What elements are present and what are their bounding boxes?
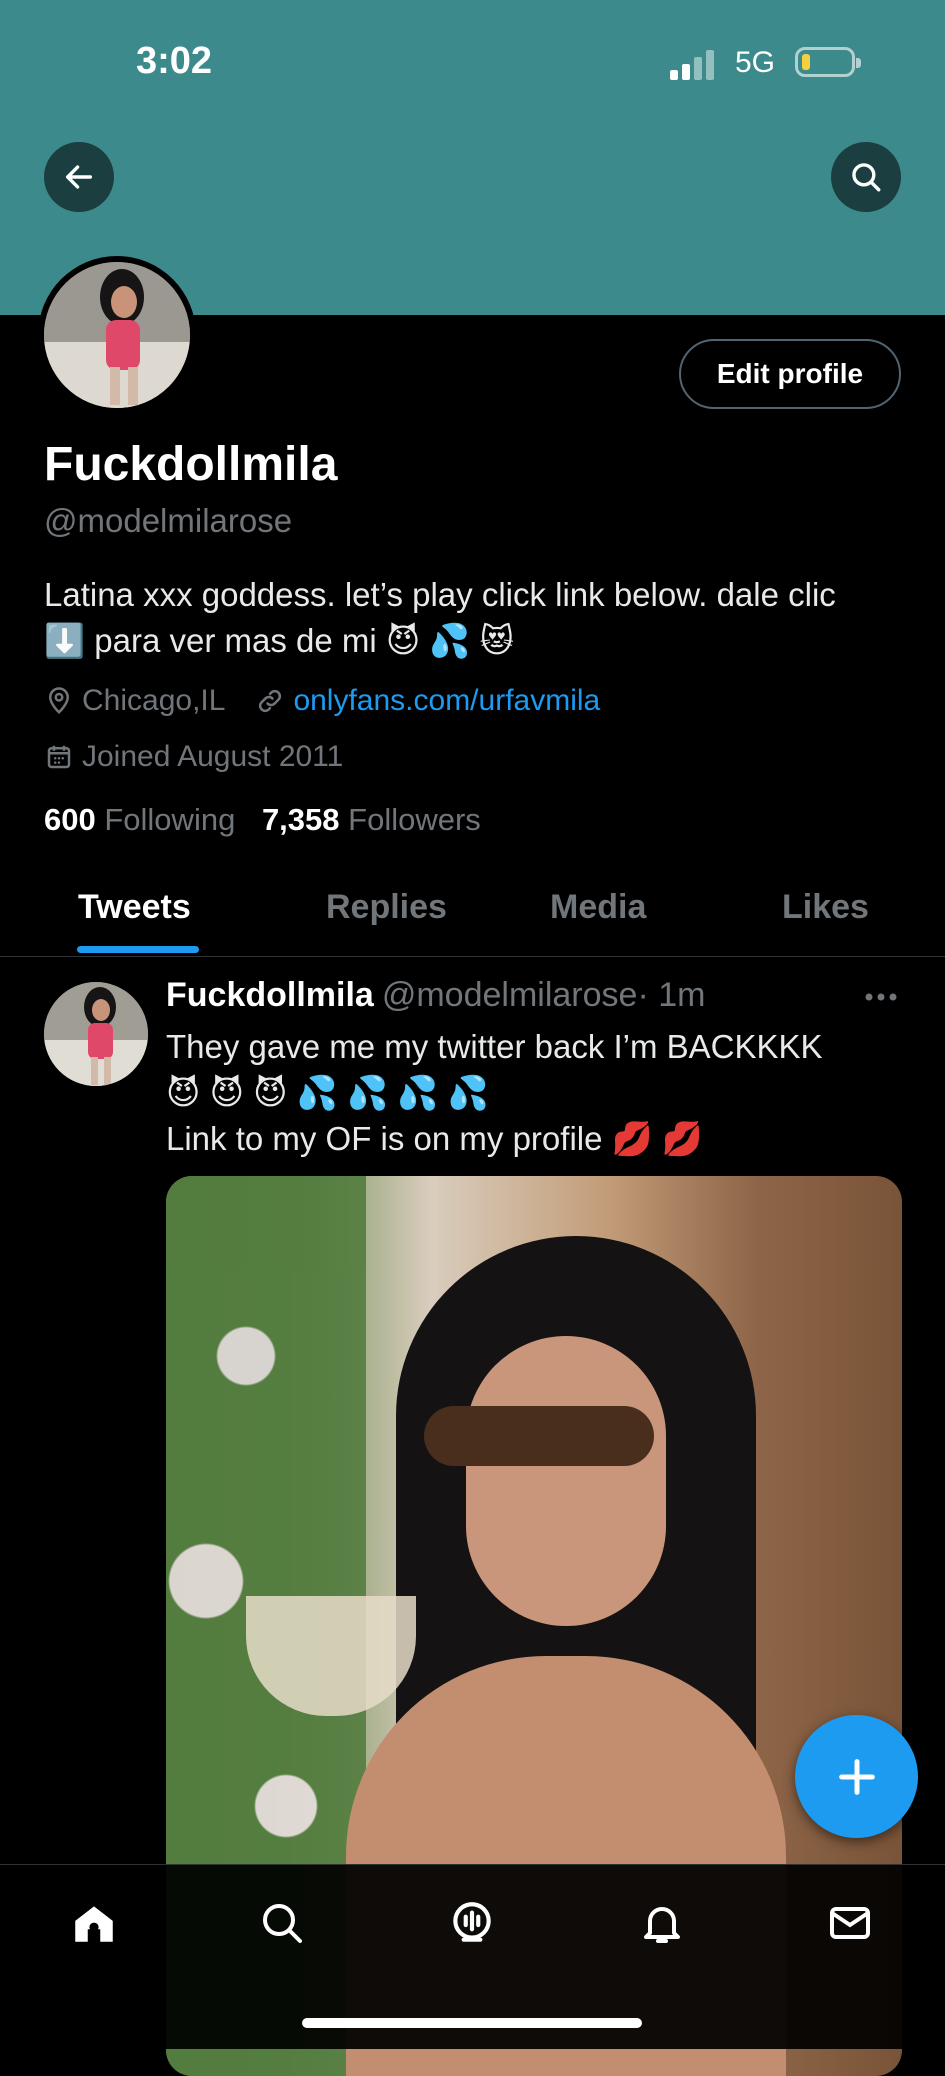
home-indicator[interactable] <box>302 2018 642 2028</box>
network-type: 5G <box>735 46 776 79</box>
profile-avatar[interactable] <box>38 256 196 414</box>
arrow-left-icon <box>65 165 93 189</box>
calendar-icon <box>44 742 74 772</box>
signal-icon <box>670 50 714 80</box>
status-time: 3:02 <box>136 40 213 82</box>
profile-meta-row: Chicago,IL onlyfans.com/urfavmila <box>44 684 600 718</box>
nav-home[interactable] <box>64 1893 124 1953</box>
search-icon <box>852 163 881 192</box>
profile-joined-row: Joined August 2011 <box>44 740 343 774</box>
following-link[interactable]: 600 Following <box>44 802 235 837</box>
nav-notifications[interactable] <box>632 1893 692 1953</box>
active-tab-indicator <box>77 946 199 953</box>
mail-icon <box>830 1907 870 1939</box>
compose-tweet-button[interactable] <box>795 1715 918 1838</box>
tweet-avatar[interactable] <box>44 982 148 1086</box>
profile-website-link[interactable]: onlyfans.com/urfavmila <box>293 684 600 718</box>
tweet-header: Fuckdollmila @modelmilarose· 1m <box>166 976 705 1015</box>
tweet-author-handle[interactable]: @modelmilarose <box>382 976 638 1014</box>
tab-replies[interactable]: Replies <box>326 888 447 927</box>
profile-joined: Joined August 2011 <box>82 740 344 773</box>
profile-tabs: Tweets Replies Media Likes <box>0 872 945 957</box>
bio-line: ⬇️ para ver mas de mi 😈 💦 😻 <box>44 622 515 659</box>
plus-icon <box>838 1758 875 1795</box>
bio-line: Latina xxx goddess. let’s play click lin… <box>44 576 836 613</box>
search-button[interactable] <box>831 142 901 212</box>
edit-profile-button[interactable]: Edit profile <box>679 339 901 409</box>
tab-tweets[interactable]: Tweets <box>78 888 191 927</box>
nav-spaces[interactable] <box>442 1893 502 1953</box>
link-icon <box>255 686 285 716</box>
tweet-text: They gave me my twitter back I’m BACKKKK… <box>166 1028 823 1157</box>
location-pin-icon <box>44 686 74 716</box>
home-icon <box>75 1906 113 1942</box>
follow-counts: 600 Following 7,358 Followers <box>44 802 481 838</box>
tab-likes[interactable]: Likes <box>782 888 869 927</box>
battery-icon <box>795 47 861 77</box>
profile-bio: Latina xxx goddess. let’s play click lin… <box>44 572 904 664</box>
search-icon <box>263 1904 302 1943</box>
followers-link[interactable]: 7,358 Followers <box>262 802 481 837</box>
nav-messages[interactable] <box>820 1893 880 1953</box>
more-dots-icon[interactable] <box>864 992 898 1002</box>
spaces-icon <box>453 1902 491 1942</box>
tab-media[interactable]: Media <box>550 888 646 927</box>
bell-icon <box>644 1907 680 1943</box>
profile-location: Chicago,IL <box>82 684 226 717</box>
back-button[interactable] <box>44 142 114 212</box>
nav-search[interactable] <box>252 1893 312 1953</box>
tweet-time: · 1m <box>637 976 706 1014</box>
profile-name: Fuckdollmila <box>44 438 338 491</box>
profile-handle: @modelmilarose <box>44 502 293 539</box>
status-bar: 3:02 5G <box>0 0 945 130</box>
tweet-author-name[interactable]: Fuckdollmila <box>166 976 374 1014</box>
